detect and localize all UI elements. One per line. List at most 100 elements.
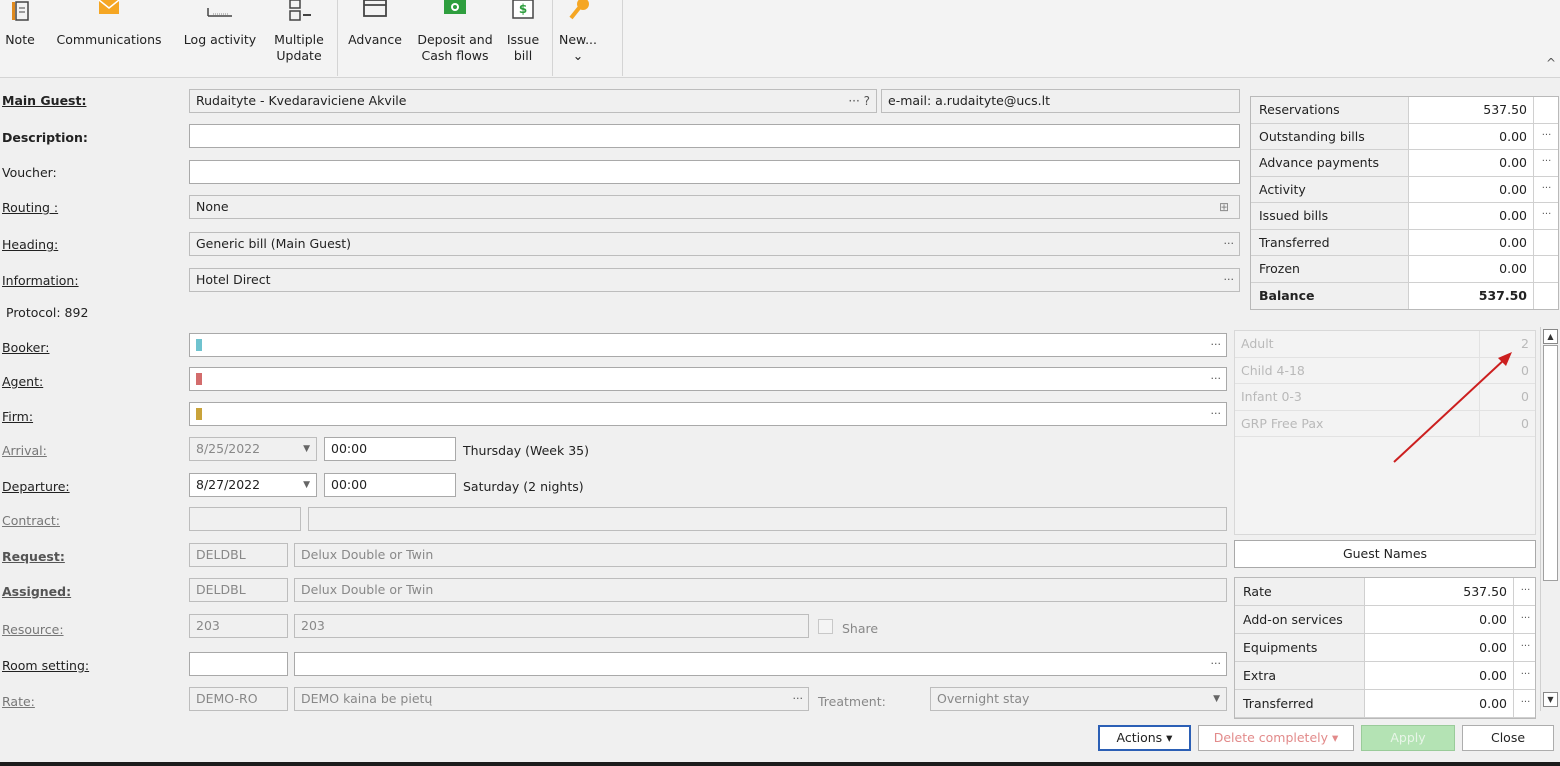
room-setting-name-input[interactable]: ···	[294, 652, 1227, 676]
assigned-name-field[interactable]: Delux Double or Twin	[294, 578, 1227, 602]
room-setting-lookup-button[interactable]: ···	[1211, 653, 1222, 675]
key-icon	[569, 0, 589, 20]
multiple-update-icon	[289, 0, 311, 21]
scrollbar-thumb[interactable]	[1543, 345, 1558, 581]
ribbon: Note Communications Log activity Multipl…	[0, 0, 1560, 78]
new-label: New... ⌄	[558, 32, 598, 63]
apply-button[interactable]: Apply	[1361, 725, 1455, 751]
heading-lookup-button[interactable]: ···	[1224, 233, 1235, 255]
collapse-ribbon-button[interactable]: ^	[1546, 56, 1556, 70]
booker-label[interactable]: Booker:	[2, 340, 50, 355]
annotation-arrow-icon	[1393, 352, 1512, 463]
summary-row: Balance 537.50	[1251, 282, 1558, 309]
request-label[interactable]: Request:	[2, 549, 65, 564]
advance-label: Advance	[348, 32, 402, 47]
resource-code-field[interactable]: 203	[189, 614, 288, 638]
arrival-date-picker[interactable]: 8/25/2022 ▼	[189, 437, 317, 461]
agent-lookup-button[interactable]: ···	[1211, 368, 1222, 390]
voucher-label: Voucher:	[2, 165, 57, 180]
summary-row: Activity 0.00 ···	[1251, 176, 1559, 203]
scroll-down-icon[interactable]: ▼	[1543, 692, 1558, 707]
main-guest-label[interactable]: Main Guest:	[2, 93, 86, 108]
request-code-field[interactable]: DELDBL	[189, 543, 288, 567]
treatment-select[interactable]: Overnight stay ▼	[930, 687, 1227, 711]
delete-completely-button[interactable]: Delete completely ▾	[1198, 725, 1354, 751]
chevron-down-icon: ▼	[303, 480, 310, 490]
rate-details-button[interactable]: ···	[1513, 578, 1537, 605]
departure-label[interactable]: Departure:	[2, 479, 70, 494]
booker-input[interactable]: ···	[189, 333, 1227, 357]
booker-color-marker	[196, 339, 202, 351]
issue-bill-button[interactable]: $ Issue bill	[500, 0, 546, 76]
issued-bills-details-button[interactable]: ···	[1533, 203, 1559, 229]
main-guest-field[interactable]: Rudaityte - Kvedaraviciene Akvile ··· ?	[189, 89, 877, 113]
contract-label[interactable]: Contract:	[2, 513, 60, 528]
new-dropdown-button[interactable]: New... ⌄	[556, 0, 600, 76]
agent-input[interactable]: ···	[189, 367, 1227, 391]
guest-names-button[interactable]: Guest Names	[1234, 540, 1536, 568]
firm-color-marker	[196, 408, 202, 420]
information-field[interactable]: Hotel Direct ···	[189, 268, 1240, 292]
request-name-field[interactable]: Delux Double or Twin	[294, 543, 1227, 567]
rate-row: Equipments 0.00 ···	[1235, 634, 1535, 662]
contract-name-field[interactable]	[308, 507, 1227, 531]
log-activity-label: Log activity	[183, 32, 257, 47]
resource-name-field[interactable]: 203	[294, 614, 809, 638]
log-activity-button[interactable]: Log activity	[176, 0, 264, 76]
transferred-details-button[interactable]: ···	[1513, 690, 1537, 717]
outstanding-bills-details-button[interactable]: ···	[1533, 123, 1559, 149]
departure-time-input[interactable]: 00:00	[324, 473, 456, 497]
arrival-label[interactable]: Arrival:	[2, 443, 47, 458]
arrival-time-input[interactable]: 00:00	[324, 437, 456, 461]
addon-details-button[interactable]: ···	[1513, 606, 1537, 633]
advance-payments-details-button[interactable]: ···	[1533, 150, 1559, 176]
main-guest-lookup-button[interactable]: ··· ?	[848, 90, 870, 112]
ribbon-separator	[552, 0, 553, 76]
room-setting-code-input[interactable]	[189, 652, 288, 676]
routing-field[interactable]: None ⊞	[189, 195, 1240, 219]
deposit-label: Deposit and Cash flows	[417, 32, 493, 63]
extra-details-button[interactable]: ···	[1513, 662, 1537, 689]
heading-label[interactable]: Heading:	[2, 237, 58, 252]
assigned-code-field[interactable]: DELDBL	[189, 578, 288, 602]
contract-code-field[interactable]	[189, 507, 301, 531]
routing-tree-icon[interactable]: ⊞	[1219, 196, 1229, 218]
note-button[interactable]: Note	[0, 0, 40, 76]
firm-input[interactable]: ···	[189, 402, 1227, 426]
description-input[interactable]	[189, 124, 1240, 148]
voucher-input[interactable]	[189, 160, 1240, 184]
multiple-update-button[interactable]: Multiple Update	[264, 0, 334, 76]
firm-label[interactable]: Firm:	[2, 409, 33, 424]
taskbar-edge	[0, 762, 1560, 766]
rate-name-field[interactable]: DEMO kaina be pietų ···	[294, 687, 809, 711]
rate-code-field[interactable]: DEMO-RO	[189, 687, 288, 711]
heading-field[interactable]: Generic bill (Main Guest) ···	[189, 232, 1240, 256]
booker-lookup-button[interactable]: ···	[1211, 334, 1222, 356]
rate-lookup-button[interactable]: ···	[793, 688, 804, 710]
resource-label[interactable]: Resource:	[2, 622, 64, 637]
firm-lookup-button[interactable]: ···	[1211, 403, 1222, 425]
issue-bill-label: Issue bill	[506, 32, 540, 63]
assigned-label[interactable]: Assigned:	[2, 584, 71, 599]
description-label: Description:	[2, 130, 88, 145]
activity-details-button[interactable]: ···	[1533, 176, 1559, 202]
treatment-label: Treatment:	[818, 694, 886, 709]
agent-label[interactable]: Agent:	[2, 374, 43, 389]
advance-button[interactable]: Advance	[342, 0, 408, 76]
departure-date-picker[interactable]: 8/27/2022 ▼	[189, 473, 317, 497]
rate-row: Add-on services 0.00 ···	[1235, 606, 1535, 634]
room-setting-label[interactable]: Room setting:	[2, 658, 89, 673]
information-lookup-button[interactable]: ···	[1224, 269, 1235, 291]
communications-button[interactable]: Communications	[46, 0, 172, 76]
scroll-up-icon[interactable]: ▲	[1543, 329, 1558, 344]
actions-button[interactable]: Actions ▾	[1098, 725, 1191, 751]
information-label[interactable]: Information:	[2, 273, 79, 288]
deposit-button[interactable]: Deposit and Cash flows	[410, 0, 500, 76]
equipments-details-button[interactable]: ···	[1513, 634, 1537, 661]
rate-label[interactable]: Rate:	[2, 694, 35, 709]
share-checkbox[interactable]	[818, 619, 833, 634]
right-scrollbar[interactable]: ▲ ▼	[1540, 327, 1559, 711]
chevron-down-icon: ▼	[1213, 694, 1220, 704]
close-button[interactable]: Close	[1462, 725, 1554, 751]
routing-label[interactable]: Routing :	[2, 200, 58, 215]
